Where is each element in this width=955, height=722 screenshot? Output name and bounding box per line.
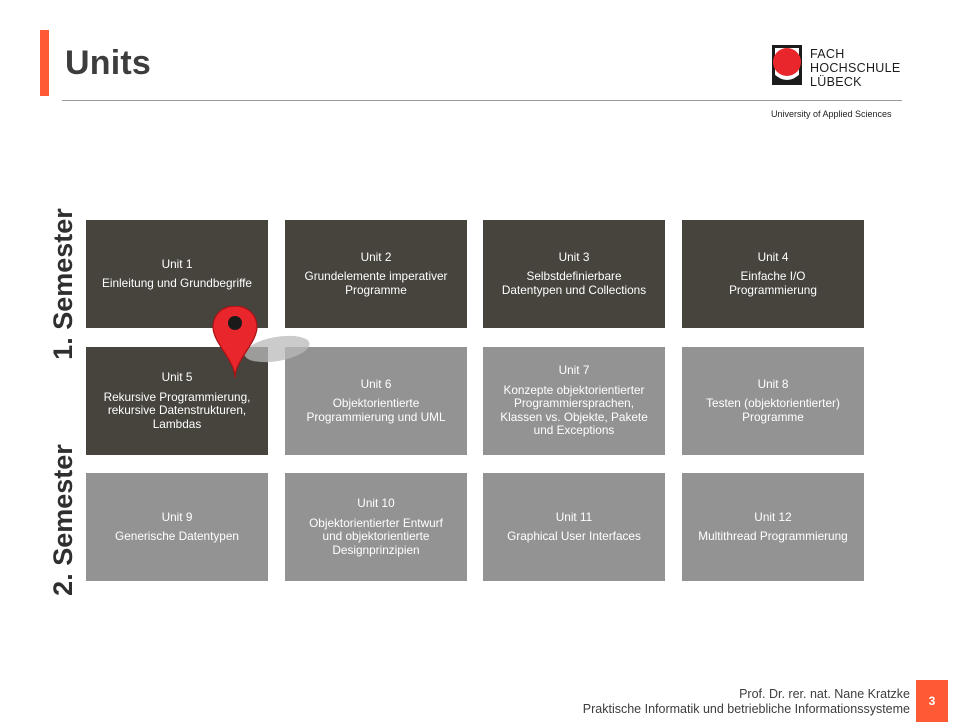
title-accent-bar (40, 30, 49, 96)
unit-title: Rekursive Programmierung, rekursive Date… (103, 389, 251, 431)
unit-title: Selbstdefinierbare Datentypen und Collec… (501, 269, 647, 297)
page-title: Units (65, 44, 151, 82)
map-pin-icon (212, 306, 310, 378)
unit-number: Unit 5 (161, 370, 193, 384)
unit-title: Konzepte objektorientierter Programmiers… (500, 382, 648, 438)
unit-number: Unit 7 (558, 363, 590, 378)
unit-tile-8[interactable]: Unit 8 Testen (objektorientierter) Progr… (682, 347, 864, 455)
unit-tile-7[interactable]: Unit 7 Konzepte objektorientierter Progr… (483, 347, 665, 455)
unit-title: Multithread Programmierung (698, 529, 848, 543)
unit-number: Unit 1 (161, 256, 193, 271)
unit-number: Unit 10 (357, 496, 395, 510)
logo-text: FACH HOCHSCHULE LÜBECK (810, 47, 901, 89)
unit-tile-10[interactable]: Unit 10 Objektorientierter Entwurf und o… (285, 473, 467, 581)
logo-line-3: LÜBECK (810, 75, 862, 89)
slide: Units FACH HOCHSCHULE LÜBECK University … (0, 0, 955, 722)
unit-number: Unit 8 (757, 376, 789, 391)
unit-tile-2[interactable]: Unit 2 Grundelemente imperativer Program… (285, 220, 467, 328)
unit-title: Grundelemente imperativer Programme (304, 269, 448, 297)
unit-tile-3[interactable]: Unit 3 Selbstdefinierbare Datentypen und… (483, 220, 665, 328)
unit-tile-11[interactable]: Unit 11 Graphical User Interfaces (483, 473, 665, 581)
page-number-badge: 3 (916, 680, 948, 722)
logo-line-1: FACH (810, 47, 845, 61)
unit-title: Testen (objektorientierter) Programme (706, 396, 840, 424)
unit-number: Unit 3 (558, 249, 590, 264)
unit-number: Unit 2 (360, 249, 392, 264)
university-logo: FACH HOCHSCHULE LÜBECK (772, 45, 912, 105)
unit-number: Unit 6 (360, 376, 392, 391)
footer-author: Prof. Dr. rer. nat. Nane Kratzke (739, 687, 910, 701)
unit-tile-4[interactable]: Unit 4 Einfache I/O Programmierung (682, 220, 864, 328)
logo-line-2: HOCHSCHULE (810, 61, 901, 75)
footer: Prof. Dr. rer. nat. Nane Kratzke Praktis… (583, 687, 910, 717)
unit-title: Einleitung und Grundbegriffe (102, 276, 252, 290)
unit-number: Unit 11 (555, 509, 593, 524)
logo-mark-icon (772, 45, 802, 85)
unit-number: Unit 4 (757, 249, 789, 264)
semester-label-2: 2. Semester (48, 444, 78, 596)
unit-tile-6[interactable]: Unit 6 Objektorientierte Programmierung … (285, 347, 467, 455)
unit-title: Generische Datentypen (115, 529, 239, 543)
unit-tile-9[interactable]: Unit 9 Generische Datentypen (86, 473, 268, 581)
unit-title: Graphical User Interfaces (507, 529, 641, 543)
semester-label-1: 1. Semester (48, 208, 78, 360)
unit-title: Objektorientierte Programmierung und UML (306, 396, 446, 424)
unit-number: Unit 9 (161, 509, 193, 524)
unit-number: Unit 12 (754, 509, 792, 524)
unit-title: Einfache I/O Programmierung (729, 269, 817, 297)
logo-tagline: University of Applied Sciences (771, 109, 892, 119)
footer-course: Praktische Informatik und betriebliche I… (582, 702, 910, 716)
unit-tile-12[interactable]: Unit 12 Multithread Programmierung (682, 473, 864, 581)
unit-title: Objektorientierter Entwurf und objektori… (309, 515, 443, 557)
